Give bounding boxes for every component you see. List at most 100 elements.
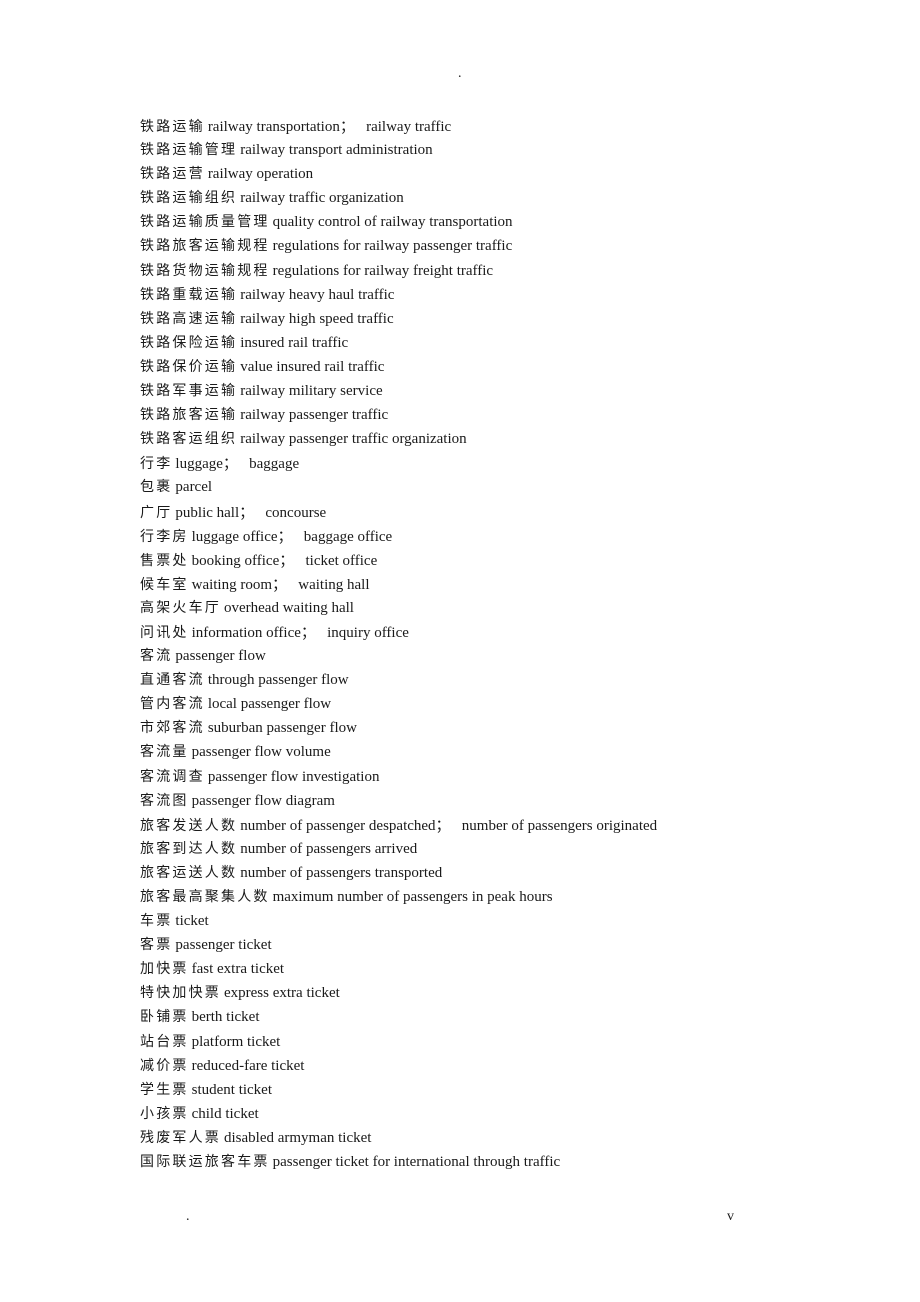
chinese-term: 铁路重载运输 <box>140 286 238 303</box>
chinese-term: 学生票 <box>140 1081 189 1098</box>
glossary-entry: 铁路运输管理 railway transport administration <box>140 139 657 163</box>
glossary-entry: 铁路重载运输 railway heavy haul traffic <box>140 284 657 308</box>
english-translation: railway passenger traffic <box>240 407 389 424</box>
glossary-entry: 客流 passenger flow <box>140 645 657 669</box>
glossary-entry: 旅客发送人数 number of passenger despatched； nu… <box>140 814 657 838</box>
chinese-term: 铁路客运组织 <box>140 431 238 448</box>
chinese-term: 客流 <box>140 648 173 665</box>
english-translation: railway transport administration <box>240 142 433 159</box>
chinese-term: 铁路保价运输 <box>140 358 238 375</box>
chinese-term: 减价票 <box>140 1057 189 1074</box>
chinese-term: 铁路运输组织 <box>140 190 238 207</box>
chinese-term: 站台票 <box>140 1033 189 1050</box>
glossary-entry: 特快加快票 express extra ticket <box>140 982 657 1006</box>
chinese-term: 铁路运输质量管理 <box>140 214 270 231</box>
glossary-entry: 管内客流 local passenger flow <box>140 693 657 717</box>
chinese-term: 直通客流 <box>140 672 205 689</box>
chinese-term: 客票 <box>140 937 173 954</box>
glossary-entry: 铁路客运组织 railway passenger traffic organiza… <box>140 428 657 452</box>
english-translation: luggage office； baggage office <box>191 528 393 545</box>
english-translation: information office； inquiry office <box>191 624 409 641</box>
english-translation: regulations for railway passenger traffi… <box>272 238 513 255</box>
glossary-entry: 售票处 booking office； ticket office <box>140 549 657 573</box>
english-translation: ticket <box>175 913 209 930</box>
glossary-entry: 减价票 reduced-fare ticket <box>140 1055 657 1079</box>
chinese-term: 铁路运输 <box>140 119 205 135</box>
glossary-entry: 高架火车厅 overhead waiting hall <box>140 597 657 621</box>
glossary-entry: 行李房 luggage office； baggage office <box>140 525 657 549</box>
chinese-term: 行李房 <box>140 528 189 545</box>
glossary-entry: 铁路运输 railway transportation； railway traf… <box>140 115 657 139</box>
english-translation: public hall； concourse <box>175 504 327 521</box>
chinese-term: 候车室 <box>140 576 189 593</box>
english-translation: reduced-fare ticket <box>191 1057 305 1074</box>
chinese-term: 客流图 <box>140 792 189 809</box>
glossary-entry: 小孩票 child ticket <box>140 1103 657 1127</box>
chinese-term: 包裹 <box>140 479 173 496</box>
english-translation: railway heavy haul traffic <box>240 286 395 303</box>
chinese-term: 铁路旅客运输规程 <box>140 238 270 255</box>
english-translation: passenger ticket <box>175 937 272 954</box>
glossary-entry: 铁路运输质量管理 quality control of railway trans… <box>140 211 657 235</box>
chinese-term: 卧铺票 <box>140 1009 189 1026</box>
chinese-term: 铁路运营 <box>140 166 205 183</box>
chinese-term: 旅客运送人数 <box>140 864 238 881</box>
english-translation: passenger ticket for international throu… <box>272 1154 561 1171</box>
chinese-term: 客流量 <box>140 744 189 761</box>
english-translation: number of passenger despatched； number o… <box>240 817 658 834</box>
chinese-term: 旅客到达人数 <box>140 840 238 857</box>
glossary-entry: 学生票 student ticket <box>140 1079 657 1103</box>
english-translation: through passenger flow <box>207 672 349 689</box>
english-translation: suburban passenger flow <box>207 720 357 737</box>
english-translation: passenger flow <box>175 648 266 665</box>
english-translation: railway operation <box>207 166 314 183</box>
chinese-term: 旅客最高聚集人数 <box>140 889 270 905</box>
english-translation: fast extra ticket <box>191 961 285 978</box>
chinese-term: 车票 <box>140 913 173 930</box>
english-translation: railway transportation； railway traffic <box>207 119 452 135</box>
glossary-entry: 客流图 passenger flow diagram <box>140 790 657 814</box>
english-translation: passenger flow investigation <box>207 768 380 785</box>
chinese-term: 特快加快票 <box>140 985 221 1002</box>
chinese-term: 残废军人票 <box>140 1129 221 1146</box>
english-translation: railway traffic organization <box>240 190 404 207</box>
chinese-term: 铁路旅客运输 <box>140 407 238 424</box>
chinese-term: 小孩票 <box>140 1105 189 1122</box>
english-translation: booking office； ticket office <box>191 552 378 569</box>
glossary-entry: 铁路运输组织 railway traffic organization <box>140 187 657 211</box>
english-translation: local passenger flow <box>207 696 332 713</box>
glossary-entry: 加快票 fast extra ticket <box>140 958 657 982</box>
glossary-entry: 包裹 parcel <box>140 476 657 500</box>
english-translation: disabled armyman ticket <box>224 1129 372 1146</box>
chinese-term: 旅客发送人数 <box>140 817 238 834</box>
glossary-entry: 铁路旅客运输 railway passenger traffic <box>140 404 657 428</box>
glossary-entry: 客票 passenger ticket <box>140 934 657 958</box>
glossary-list: 铁路运输 railway transportation； railway traf… <box>140 115 657 1175</box>
english-translation: waiting room； waiting hall <box>191 576 370 593</box>
glossary-entry: 卧铺票 berth ticket <box>140 1006 657 1030</box>
glossary-entry: 直通客流 through passenger flow <box>140 669 657 693</box>
glossary-entry: 铁路运营 railway operation <box>140 163 657 187</box>
chinese-term: 铁路高速运输 <box>140 310 238 327</box>
chinese-term: 管内客流 <box>140 696 205 713</box>
glossary-entry: 候车室 waiting room； waiting hall <box>140 573 657 597</box>
english-translation: passenger flow diagram <box>191 792 335 809</box>
glossary-entry: 残废军人票 disabled armyman ticket <box>140 1127 657 1151</box>
english-translation: student ticket <box>191 1081 273 1098</box>
chinese-term: 铁路运输管理 <box>140 142 238 159</box>
glossary-entry: 客流调查 passenger flow investigation <box>140 766 657 790</box>
english-translation: railway high speed traffic <box>240 310 394 327</box>
glossary-entry: 客流量 passenger flow volume <box>140 741 657 765</box>
english-translation: railway military service <box>240 383 383 400</box>
english-translation: value insured rail traffic <box>240 358 385 375</box>
chinese-term: 售票处 <box>140 552 189 569</box>
page-footer-right-mark: v <box>727 1209 734 1224</box>
english-translation: number of passengers transported <box>240 864 443 881</box>
chinese-term: 铁路保险运输 <box>140 334 238 351</box>
english-translation: express extra ticket <box>224 985 340 1002</box>
glossary-entry: 问讯处 information office； inquiry office <box>140 621 657 645</box>
glossary-entry: 车票 ticket <box>140 910 657 934</box>
chinese-term: 高架火车厅 <box>140 599 221 616</box>
chinese-term: 客流调查 <box>140 768 205 785</box>
english-translation: passenger flow volume <box>191 744 331 761</box>
